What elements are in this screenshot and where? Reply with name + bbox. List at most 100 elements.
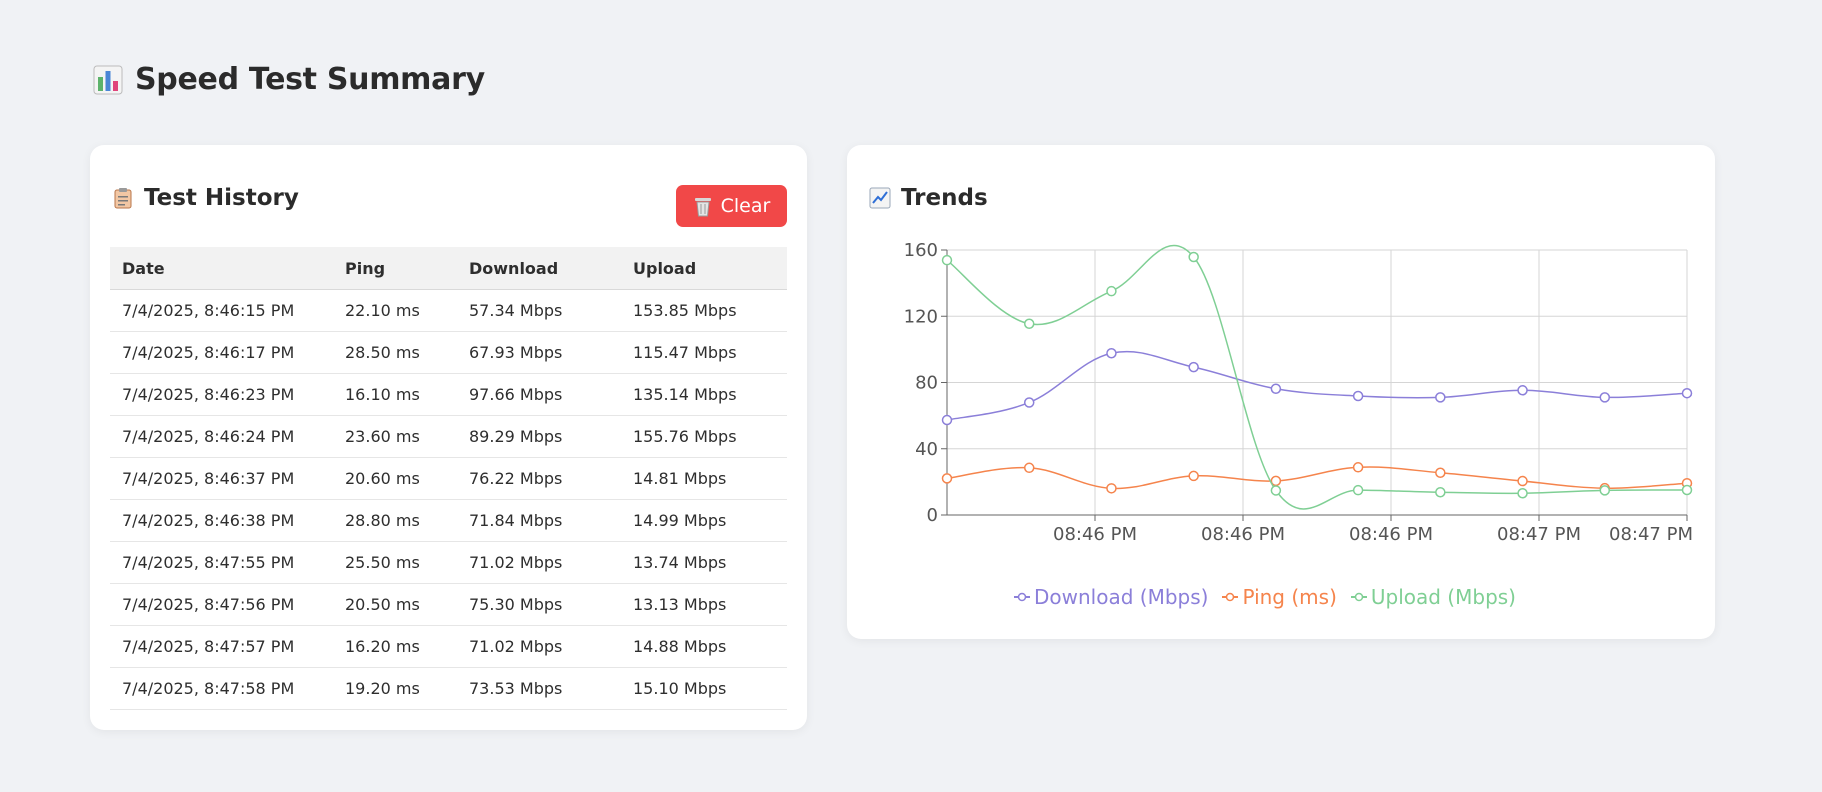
- test-history-title: Test History: [144, 185, 299, 211]
- cell-download: 73.53 Mbps: [457, 667, 621, 710]
- data-point-ping: [941, 473, 953, 484]
- clipboard-icon: [114, 188, 132, 209]
- column-header-download: Download: [457, 247, 621, 290]
- bar-chart-icon: [93, 65, 123, 94]
- cell-date: 7/4/2025, 8:46:24 PM: [110, 415, 333, 458]
- cell-upload: 14.81 Mbps: [621, 457, 787, 500]
- data-point-ping: [1106, 483, 1117, 494]
- cell-upload: 13.74 Mbps: [621, 541, 787, 584]
- data-point-ping: [1435, 467, 1446, 479]
- x-tick-label: 08:47 PM: [1609, 524, 1693, 545]
- data-point-download: [1352, 390, 1364, 402]
- cell-download: 75.30 Mbps: [457, 583, 621, 626]
- y-tick-label: 0: [927, 505, 938, 526]
- table-row: 7/4/2025, 8:47:56 PM 20.50 ms 75.30 Mbps 13…: [110, 583, 787, 626]
- table-row: 7/4/2025, 8:46:38 PM 28.80 ms 71.84 Mbps 14…: [110, 499, 787, 542]
- data-point-upload: [1188, 251, 1199, 263]
- cell-ping: 16.10 ms: [333, 373, 457, 416]
- cell-upload: 153.85 Mbps: [621, 289, 787, 332]
- data-point-ping: [1517, 475, 1528, 487]
- cell-download: 67.93 Mbps: [457, 331, 621, 374]
- legend-label-upload: Upload (Mbps): [1370, 585, 1516, 609]
- cell-ping: 23.60 ms: [333, 415, 457, 458]
- test-history-card: Test History Clear Date Ping Download Up…: [90, 145, 807, 730]
- table-row: 7/4/2025, 8:46:15 PM 22.10 ms 57.34 Mbps 15…: [110, 289, 787, 332]
- x-tick-label: 08:47 PM: [1497, 524, 1581, 545]
- table-row: 7/4/2025, 8:46:37 PM 20.60 ms 76.22 Mbps 14…: [110, 457, 787, 500]
- clear-button-label: Clear: [720, 195, 771, 217]
- cell-ping: 25.50 ms: [333, 541, 457, 584]
- cell-download: 71.84 Mbps: [457, 499, 621, 542]
- cell-download: 89.29 Mbps: [457, 415, 621, 458]
- legend-item-download[interactable]: Download (Mbps): [1014, 585, 1208, 609]
- data-point-download: [1106, 348, 1117, 359]
- series-line-upload: [946, 244, 1688, 510]
- data-point-upload: [941, 254, 953, 266]
- page-title-text: Speed Test Summary: [135, 62, 485, 97]
- y-tick-label: 40: [915, 439, 938, 460]
- legend-item-ping[interactable]: Ping (ms): [1222, 585, 1337, 609]
- trends-card: Trends 0 40 80 120 160 08:46 PM 08:46 PM 08:46 …: [847, 145, 1715, 639]
- clear-button[interactable]: Clear: [676, 185, 787, 227]
- cell-ping: 19.20 ms: [333, 667, 457, 710]
- page-title: Speed Test Summary: [93, 62, 485, 97]
- data-point-download: [1435, 392, 1446, 403]
- cell-upload: 14.88 Mbps: [621, 625, 787, 668]
- cell-download: 97.66 Mbps: [457, 373, 621, 416]
- cell-download: 71.02 Mbps: [457, 541, 621, 584]
- cell-upload: 15.10 Mbps: [621, 667, 787, 710]
- cell-download: 57.34 Mbps: [457, 289, 621, 332]
- x-tick-label: 08:46 PM: [1201, 524, 1285, 545]
- data-point-download: [1517, 385, 1528, 396]
- legend-marker-icon: [1350, 592, 1367, 602]
- cell-ping: 28.80 ms: [333, 499, 457, 542]
- data-point-upload: [1681, 484, 1693, 496]
- column-header-upload: Upload: [621, 247, 787, 290]
- cell-download: 76.22 Mbps: [457, 457, 621, 500]
- cell-date: 7/4/2025, 8:46:23 PM: [110, 373, 333, 416]
- legend-marker-icon: [1222, 592, 1239, 602]
- table-row: 7/4/2025, 8:46:23 PM 16.10 ms 97.66 Mbps 13…: [110, 373, 787, 416]
- y-tick-label: 160: [904, 240, 938, 261]
- data-point-download: [1023, 397, 1035, 408]
- table-row: 7/4/2025, 8:47:58 PM 19.20 ms 73.53 Mbps 15…: [110, 667, 787, 710]
- cell-date: 7/4/2025, 8:47:58 PM: [110, 667, 333, 710]
- cell-download: 71.02 Mbps: [457, 625, 621, 668]
- data-point-ping: [1023, 462, 1035, 474]
- data-point-ping: [1352, 462, 1364, 473]
- cell-date: 7/4/2025, 8:46:38 PM: [110, 499, 333, 542]
- legend-item-upload[interactable]: Upload (Mbps): [1350, 585, 1516, 609]
- data-point-download: [1188, 361, 1199, 373]
- trends-line-chart: 0 40 80 120 160 08:46 PM 08:46 PM 08:46 PM 08:47…: [904, 240, 1693, 545]
- test-history-header: Test History: [112, 185, 299, 211]
- cell-upload: 115.47 Mbps: [621, 331, 787, 374]
- cell-ping: 20.50 ms: [333, 583, 457, 626]
- legend-marker-icon: [1014, 592, 1030, 602]
- cell-date: 7/4/2025, 8:46:17 PM: [110, 331, 333, 374]
- data-point-download: [1681, 387, 1693, 399]
- chart-legend: Download (Mbps) Ping (ms) Upload (Mbps): [1014, 585, 1516, 609]
- series-line-ping: [946, 466, 1688, 490]
- column-header-ping: Ping: [333, 247, 457, 290]
- data-point-upload: [1599, 485, 1611, 496]
- series-line-download: [946, 350, 1688, 421]
- cell-ping: 20.60 ms: [333, 457, 457, 500]
- data-point-upload: [1352, 484, 1364, 496]
- cell-ping: 28.50 ms: [333, 331, 457, 374]
- cell-date: 7/4/2025, 8:47:55 PM: [110, 541, 333, 584]
- column-header-date: Date: [110, 247, 333, 290]
- table-row: 7/4/2025, 8:46:24 PM 23.60 ms 89.29 Mbps 15…: [110, 415, 787, 458]
- data-point-ping: [1188, 470, 1199, 482]
- cell-upload: 155.76 Mbps: [621, 415, 787, 458]
- table-header-row: Date Ping Download Upload: [110, 247, 787, 290]
- cell-date: 7/4/2025, 8:46:15 PM: [110, 289, 333, 332]
- cell-ping: 22.10 ms: [333, 289, 457, 332]
- table-row: 7/4/2025, 8:46:17 PM 28.50 ms 67.93 Mbps 11…: [110, 331, 787, 374]
- data-point-upload: [1435, 486, 1446, 498]
- y-tick-label: 120: [904, 306, 938, 327]
- x-tick-label: 08:46 PM: [1053, 524, 1137, 545]
- data-point-download: [1270, 383, 1282, 395]
- data-point-upload: [1023, 318, 1035, 330]
- table-row: 7/4/2025, 8:47:57 PM 16.20 ms 71.02 Mbps 14…: [110, 625, 787, 668]
- table-row: 7/4/2025, 8:47:55 PM 25.50 ms 71.02 Mbps 13…: [110, 541, 787, 584]
